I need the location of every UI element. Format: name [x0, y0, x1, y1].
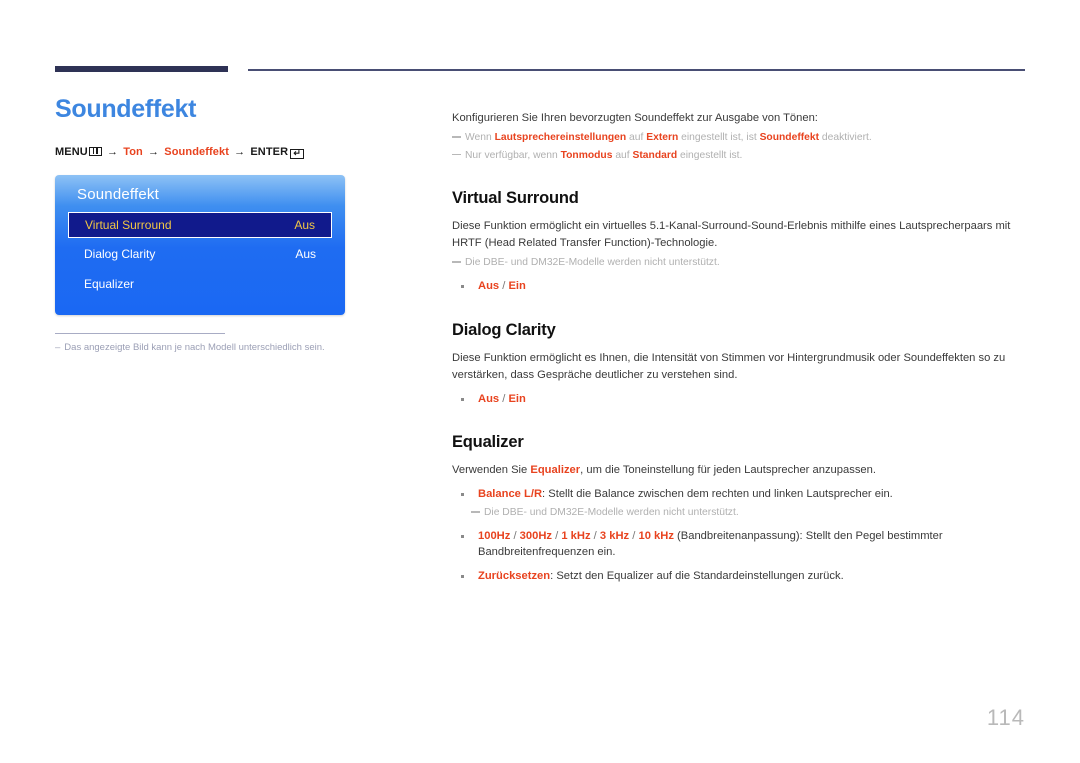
section-paragraph-dialog-clarity: Diese Funktion ermöglicht es Ihnen, die … [452, 351, 1006, 381]
note-post: deaktiviert. [819, 132, 872, 144]
osd-row-label: Virtual Surround [85, 217, 172, 232]
page-title: Soundeffekt [55, 95, 197, 123]
band-separator: / [552, 529, 562, 542]
equalizer-term-balance: Balance L/R [478, 488, 543, 501]
osd-row-virtual-surround[interactable]: Virtual Surround Aus [68, 211, 332, 238]
intro-note-2: Nur verfügbar, wenn Tonmodus auf Standar… [452, 148, 1026, 163]
note-term-extern: Extern [646, 132, 679, 144]
section-paragraph-equalizer: Verwenden Sie Equalizer, um die Toneinst… [452, 462, 1026, 479]
footnote-dash: ‒ [55, 341, 61, 353]
equalizer-reset-text: : Setzt den Equalizer auf die Standardei… [550, 570, 844, 583]
section-heading-equalizer: Equalizer [452, 433, 524, 452]
section-options-virtual-surround: Aus / Ein [452, 278, 1026, 295]
note-term-soundeffekt: Soundeffekt [759, 132, 820, 144]
equalizer-lead-pre: Verwenden Sie [452, 464, 531, 477]
option-ein: Ein [508, 392, 526, 405]
section-heading-dialog-clarity: Dialog Clarity [452, 320, 556, 339]
osd-row-list: Virtual Surround Aus Dialog Clarity Aus … [55, 211, 345, 296]
option-aus: Aus [478, 392, 500, 405]
section-options-dialog-clarity: Aus / Ein [452, 391, 1026, 408]
note-mid-1: auf [612, 149, 633, 161]
footnote-text: Das angezeigte Bild kann je nach Modell … [64, 341, 325, 353]
osd-row-value: Aus [294, 217, 315, 232]
equalizer-bullet-reset: Zurücksetzen: Setzt den Equalizer auf di… [452, 568, 1026, 585]
note-term-standard: Standard [632, 149, 678, 161]
note-term-tonmodus: Tonmodus [560, 149, 613, 161]
menu-bars-icon [88, 146, 102, 156]
equalizer-bullet-balance: Balance L/R: Stellt die Balance zwischen… [452, 486, 1026, 503]
equalizer-lead-post: , um die Toneinstellung für jeden Lautsp… [580, 464, 876, 477]
page-number: 114 [986, 705, 1025, 730]
intro-note-1: Wenn Lautsprechereinstellungen auf Exter… [452, 130, 1026, 145]
band-separator: / [590, 529, 600, 542]
osd-row-value: Aus [295, 246, 316, 261]
note-mid-1: auf [626, 132, 647, 144]
note-post: eingestellt ist. [677, 149, 743, 161]
enter-return-icon: ↵ [290, 148, 305, 159]
osd-row-label: Equalizer [84, 276, 135, 291]
equalizer-balance-text: : Stellt die Balance zwischen dem rechte… [542, 488, 893, 501]
band-separator: / [510, 529, 520, 542]
equalizer-band-3khz: 3 kHz [599, 529, 630, 542]
note-pre: Wenn [465, 132, 495, 144]
header-accent-bar [55, 66, 228, 72]
osd-row-label: Dialog Clarity [84, 246, 156, 261]
breadcrumb-arrow-3: → [234, 145, 246, 158]
header-thin-rule [248, 69, 1025, 71]
note-pre: Nur verfügbar, wenn [465, 149, 561, 161]
equalizer-note-balance: Die DBE- und DM32E-Modelle werden nicht … [471, 505, 1026, 520]
option-aus: Aus [478, 279, 500, 292]
footnote-divider [55, 332, 225, 334]
breadcrumb-enter-label: ENTER [250, 145, 289, 158]
section-paragraph-virtual-surround: Diese Funktion ermöglicht ein virtuelles… [452, 220, 1011, 250]
left-footnote: ‒ Das angezeigte Bild kann je nach Modell… [55, 342, 400, 353]
equalizer-bullet-bands: 100Hz / 300Hz / 1 kHz / 3 kHz / 10 kHz (… [452, 528, 1026, 562]
equalizer-band-100hz: 100Hz [478, 529, 511, 542]
breadcrumb-arrow-1: → [106, 145, 119, 158]
breadcrumb-item-soundeffekt: Soundeffekt [164, 145, 229, 158]
breadcrumb-item-ton: Ton [123, 145, 143, 158]
equalizer-band-10khz: 10 kHz [638, 529, 674, 542]
section-heading-virtual-surround: Virtual Surround [452, 189, 579, 208]
option-ein: Ein [508, 279, 526, 292]
osd-row-dialog-clarity[interactable]: Dialog Clarity Aus [68, 242, 332, 266]
section-note-virtual-surround: Die DBE- und DM32E-Modelle werden nicht … [452, 255, 1026, 270]
equalizer-lead-term: Equalizer [530, 464, 581, 477]
breadcrumb: MENU → Ton → Soundeffekt → ENTER ↵ [55, 146, 400, 159]
breadcrumb-arrow-2: → [148, 145, 160, 158]
equalizer-band-300hz: 300Hz [519, 529, 553, 542]
intro-lead: Konfigurieren Sie Ihren bevorzugten Soun… [452, 112, 818, 125]
equalizer-term-zuruecksetzen: Zurücksetzen [478, 570, 551, 583]
right-column: Konfigurieren Sie Ihren bevorzugten Soun… [452, 99, 1026, 587]
note-mid-2: eingestellt ist, ist [678, 132, 760, 144]
note-term-lautsprechereinstellungen: Lautsprechereinstellungen [494, 132, 627, 144]
breadcrumb-menu-label: MENU [55, 145, 88, 158]
equalizer-band-1khz: 1 kHz [561, 529, 591, 542]
left-column: Soundeffekt MENU → Ton → Soundeffekt → E… [55, 95, 400, 353]
osd-row-equalizer[interactable]: Equalizer [68, 272, 332, 296]
osd-menu-panel: Soundeffekt Virtual Surround Aus Dialog … [55, 174, 345, 315]
osd-title: Soundeffekt [77, 185, 159, 203]
